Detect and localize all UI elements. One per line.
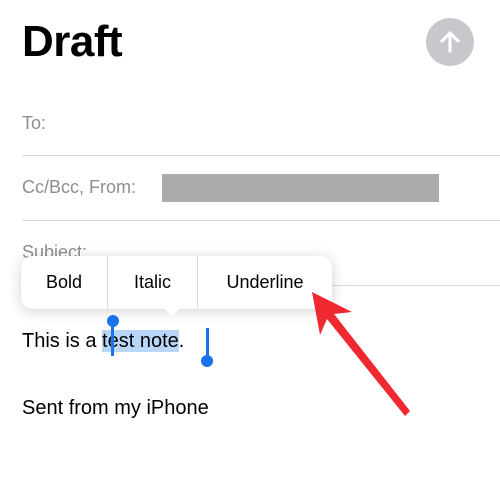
annotation-arrow-icon [312, 292, 410, 416]
